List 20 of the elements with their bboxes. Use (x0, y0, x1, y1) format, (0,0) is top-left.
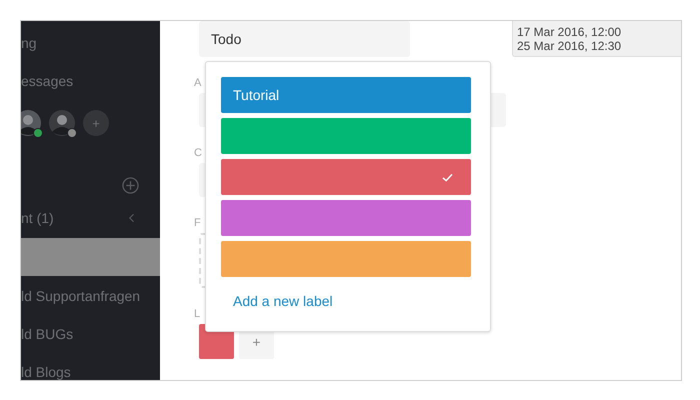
date-text: 17 Mar 2016, 12:00 (517, 24, 622, 38)
field-label: L (194, 308, 200, 320)
sidebar-link[interactable]: ng (21, 35, 37, 51)
date-text: 25 Mar 2016, 12:30 (517, 38, 622, 52)
avatar[interactable] (49, 110, 75, 136)
sidebar-item[interactable]: ld BUGs (21, 326, 74, 342)
section-title[interactable]: nt (1) (21, 210, 54, 226)
avatar[interactable] (21, 110, 41, 136)
label-option[interactable]: Tutorial (221, 77, 471, 113)
field-label: F (194, 217, 201, 229)
field-label: C (194, 147, 202, 159)
add-label-link[interactable]: Add a new label (233, 293, 333, 309)
sidebar-item[interactable]: ld Supportanfragen (21, 288, 140, 304)
sidebar-item[interactable]: ld Blogs (21, 364, 71, 380)
sidebar-link[interactable]: essages (21, 73, 74, 89)
add-circle-icon[interactable] (122, 177, 139, 194)
field-label: A (194, 77, 202, 89)
list-field[interactable]: Todo (199, 21, 410, 57)
chevron-icon[interactable] (129, 213, 135, 223)
add-member-button[interactable]: + (83, 110, 109, 136)
